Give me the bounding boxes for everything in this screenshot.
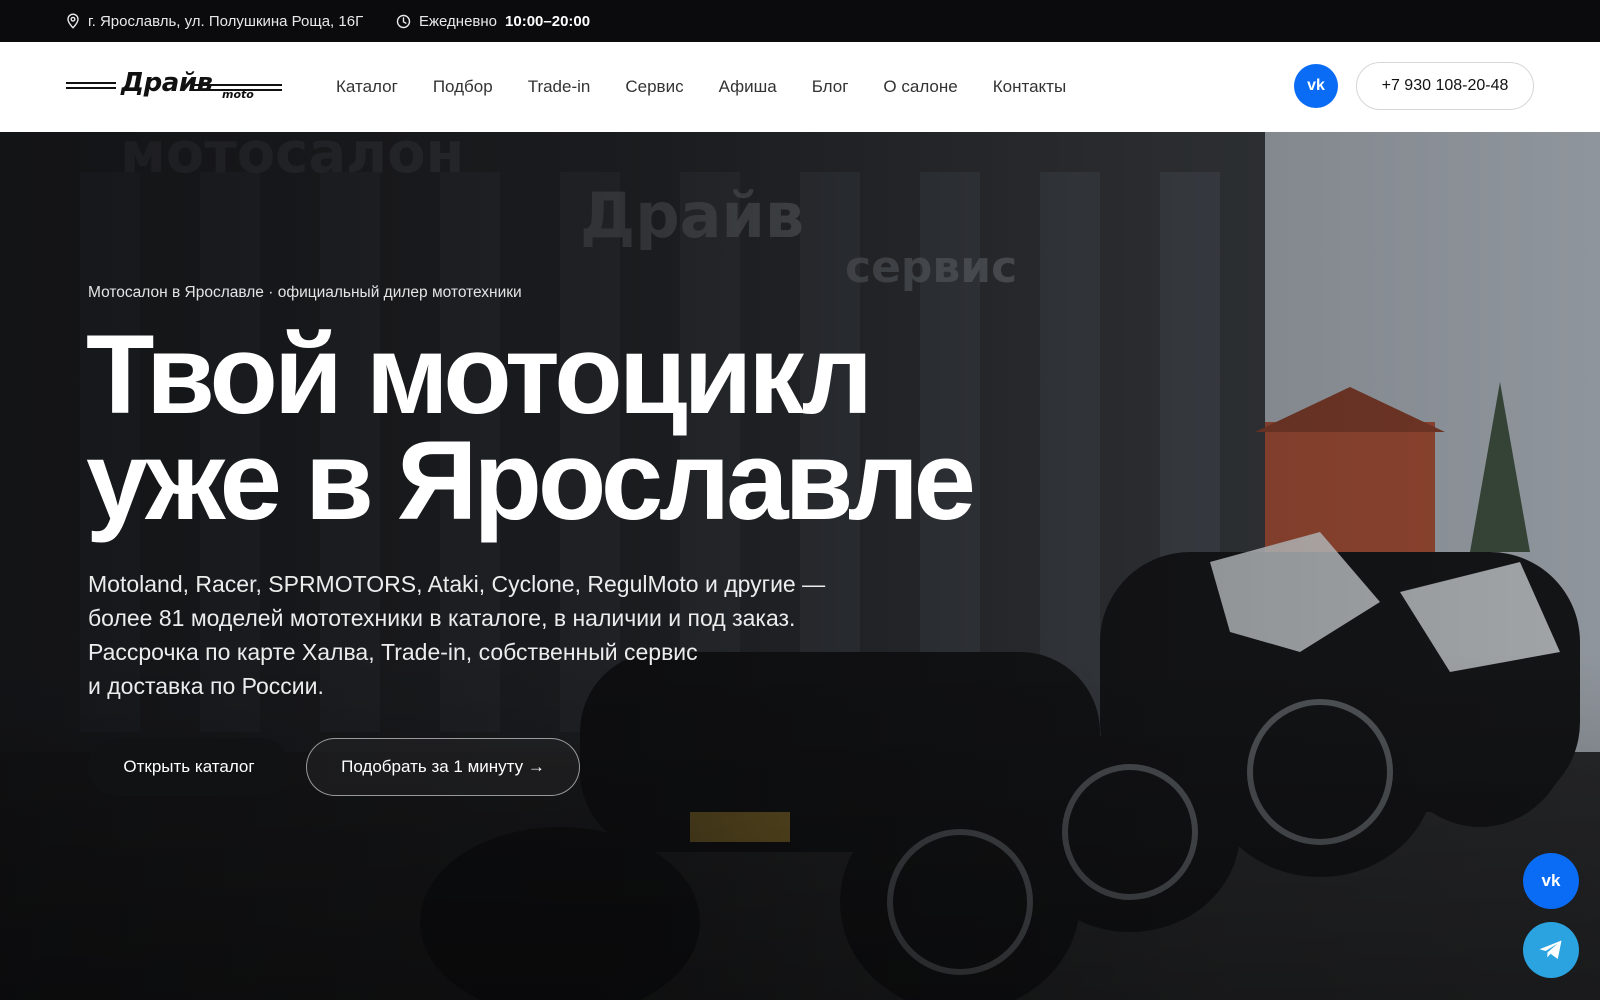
logo-line [66,87,116,89]
address-text: г. Ярославль, ул. Полушкина Роща, 16Г [88,12,364,30]
location-pin-icon [66,13,80,29]
hero-overlay-bottom [0,132,1600,1000]
quick-selection-button[interactable]: Подобрать за 1 минуту → [306,738,580,796]
open-catalog-button[interactable]: Открыть каталог [88,738,290,796]
logo-line [192,84,282,86]
floating-vk-icon[interactable]: vk [1523,853,1579,909]
nav-item-contacts[interactable]: Контакты [993,77,1066,97]
phone-button[interactable]: +7 930 108-20-48 [1356,62,1534,110]
hero-title: Твой мотоцикл уже в Ярославле [86,312,1086,543]
hero-title-line2: уже в Ярославле [86,418,976,543]
hours-prefix: Ежедневно [419,12,498,30]
floating-vk-label: vk [1541,871,1561,890]
quick-selection-label: Подобрать за 1 минуту → [341,757,545,776]
telegram-icon [1539,940,1562,959]
vk-icon[interactable]: vk [1294,64,1338,108]
hero-eyebrow: Мотосалон в Ярославле · официальный диле… [88,284,522,301]
nav-item-blog[interactable]: Блог [812,77,849,97]
logo[interactable]: Драйв moto [66,68,282,108]
hero-description-line1: Motoland, Racer, SPRMOTORS, Ataki, Cyclo… [88,571,826,597]
hours-info: Ежедневно 10:00–20:00 [396,0,590,42]
logo-word: Драйв [121,68,213,98]
open-catalog-label: Открыть каталог [123,757,255,776]
nav-item-events[interactable]: Афиша [719,77,777,97]
address-info[interactable]: г. Ярославль, ул. Полушкина Роща, 16Г [66,0,363,42]
hero-description-line4: и доставка по России. [88,673,324,699]
vk-label: vk [1307,77,1325,94]
hero-description-line2: более 81 моделей мототехники в каталоге,… [88,605,796,631]
phone-number: +7 930 108-20-48 [1381,77,1509,94]
logo-line [66,82,116,84]
hero-title-line1: Твой мотоцикл [86,312,873,437]
nav-item-trade-in[interactable]: Trade-in [528,77,591,97]
nav-item-about[interactable]: О салоне [883,77,957,97]
logo-sub: moto [222,88,254,101]
floating-telegram-icon[interactable] [1523,922,1579,978]
main-nav: Каталог Подбор Trade-in Сервис Афиша Бло… [336,42,1066,132]
hero-description: Motoland, Racer, SPRMOTORS, Ataki, Cyclo… [88,567,908,703]
hours-value: 10:00–20:00 [505,12,591,30]
nav-item-catalog[interactable]: Каталог [336,77,398,97]
nav-item-service[interactable]: Сервис [625,77,683,97]
clock-icon [396,14,411,29]
site-header: Драйв moto Каталог Подбор Trade-in Серви… [0,42,1600,132]
top-info-bar: г. Ярославль, ул. Полушкина Роща, 16Г Еж… [0,0,1600,42]
hero-section: Драйв сервис мотосалон [0,132,1600,1000]
hero-description-line3: Рассрочка по карте Халва, Trade-in, собс… [88,639,698,665]
nav-item-selection[interactable]: Подбор [433,77,493,97]
